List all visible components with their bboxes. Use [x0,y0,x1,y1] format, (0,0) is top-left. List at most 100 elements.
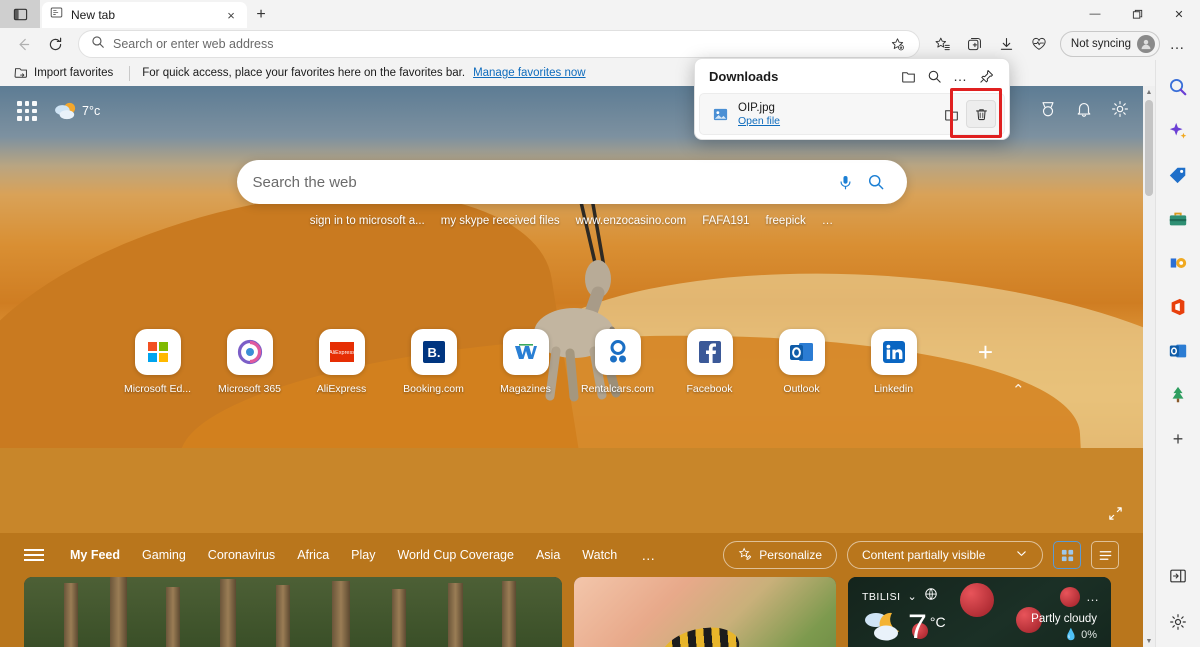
sidebar-add-button[interactable]: + [1163,424,1193,454]
suggestion-item[interactable]: freepick [766,215,806,227]
grid-view-button[interactable] [1053,541,1081,569]
import-icon [14,65,28,82]
sidebar-item-outlook[interactable] [1163,336,1193,366]
tab-actions-icon[interactable] [0,0,40,28]
shortcut-aliexpress[interactable]: AliExpress AliExpress [312,329,372,395]
shortcut-facebook[interactable]: Facebook [680,329,740,395]
restore-button[interactable] [1116,0,1158,28]
panel-toggle-icon[interactable] [1163,561,1193,591]
card-image [574,577,836,647]
scroll-down-arrow[interactable]: ▼ [1143,635,1155,647]
weather-more-icon[interactable]: … [1086,589,1099,604]
feed-tab-watch[interactable]: Watch [582,548,617,562]
sidebar-item-search[interactable] [1163,72,1193,102]
shortcut-booking[interactable]: B. Booking.com [403,329,464,395]
suggestion-item[interactable]: www.enzocasino.com [576,215,687,227]
content-visibility-dropdown[interactable]: Content partially visible [847,541,1043,569]
close-tab-icon[interactable]: × [223,8,239,23]
feed-more-icon[interactable]: … [641,547,655,563]
gear-icon[interactable] [1111,100,1129,123]
rewards-icon[interactable] [1039,100,1057,123]
feed-tab-asia[interactable]: Asia [536,548,560,562]
manage-favorites-link[interactable]: Manage favorites now [473,67,586,79]
suggestion-item[interactable]: FAFA191 [702,215,749,227]
minimize-button[interactable]: — [1074,0,1116,28]
feed-tab-world-cup-coverage[interactable]: World Cup Coverage [397,548,514,562]
close-window-button[interactable]: ✕ [1158,0,1200,28]
open-file-link[interactable]: Open file [738,115,936,127]
suggestion-item[interactable]: my skype received files [441,215,560,227]
browser-toolbar: Search or enter web address Not syncing … [0,28,1200,60]
search-placeholder: Search the web [252,173,357,191]
shortcut-linkedin[interactable]: Linkedin [864,329,924,395]
microphone-icon[interactable] [831,167,861,197]
downloads-search-icon[interactable] [921,63,947,89]
scrollbar-thumb[interactable] [1145,100,1153,196]
new-tab-button[interactable]: + [247,2,275,28]
suggestion-item[interactable]: sign in to microsoft a... [310,215,425,227]
delete-download-button[interactable] [966,100,996,128]
feed-tab-my-feed[interactable]: My Feed [70,548,120,562]
page-scrollbar[interactable]: ▲ ▼ [1143,86,1155,647]
downloads-more-icon[interactable]: … [947,63,973,89]
shortcut-outlook[interactable]: Outlook [772,329,832,395]
import-favorites-button[interactable]: Import favorites [10,63,117,84]
scroll-up-arrow[interactable]: ▲ [1143,86,1155,98]
personalize-label: Personalize [759,548,822,562]
feed-tab-gaming[interactable]: Gaming [142,548,186,562]
add-shortcut-button[interactable]: + [956,329,1016,395]
feed-tab-africa[interactable]: Africa [297,548,329,562]
list-view-button[interactable] [1091,541,1119,569]
download-item[interactable]: OIP.jpg Open file [699,93,1005,135]
sidebar-item-tree[interactable] [1163,380,1193,410]
favorites-icon[interactable] [928,30,958,58]
shortcut-microsoft-365[interactable]: Microsoft 365 [218,329,281,395]
sidebar-item-copilot[interactable] [1163,116,1193,146]
suggestions-more-icon[interactable]: … [822,215,834,227]
browser-essentials-icon[interactable] [1024,30,1054,58]
feed-navigation: My Feed Gaming Coronavirus Africa Play W… [0,533,1143,577]
open-downloads-folder-icon[interactable] [895,63,921,89]
expand-icon[interactable] [1108,506,1123,524]
settings-and-more-icon[interactable]: … [1162,30,1192,58]
shortcut-magazines[interactable]: Magazines [496,329,556,395]
back-icon[interactable] [8,30,38,58]
add-favorite-icon[interactable] [883,29,913,59]
personalize-button[interactable]: Personalize [723,541,837,569]
sidebar-item-tools[interactable] [1163,204,1193,234]
collapse-chevron-icon[interactable]: ⌃ [1012,381,1025,399]
globe-icon[interactable] [924,587,938,606]
news-card-soldiers[interactable] [24,577,562,647]
shortcut-rentalcars[interactable]: Rentalcars.com [581,329,654,395]
feed-menu-icon[interactable] [24,549,44,561]
ntp-weather-widget[interactable]: 7°c [54,101,100,121]
browser-tab[interactable]: New tab × [42,2,247,28]
card-image [24,577,562,647]
sidebar-item-office[interactable] [1163,292,1193,322]
tab-title: New tab [71,8,116,22]
sidebar-item-games[interactable] [1163,248,1193,278]
feed-tab-play[interactable]: Play [351,548,375,562]
sidebar-item-shopping[interactable] [1163,160,1193,190]
refresh-icon[interactable] [40,30,70,58]
address-bar[interactable]: Search or enter web address [78,30,920,58]
downloads-icon[interactable] [992,30,1022,58]
news-card-bee[interactable]: HD HealthDay 2h ago [574,577,836,647]
app-grid-icon[interactable] [14,98,40,124]
weather-card[interactable]: TBILISI ⌄ … 7 °C Partly cloudy 💧 0% [848,577,1111,647]
bell-icon[interactable] [1075,100,1093,123]
shortcut-label: Outlook [783,383,820,395]
shortcut-microsoft-edge[interactable]: Microsoft Ed... [124,329,191,395]
sidebar-settings-icon[interactable] [1163,607,1193,637]
web-search-input[interactable]: Search the web [236,160,907,204]
show-in-folder-icon[interactable] [936,100,966,128]
collections-icon[interactable] [960,30,990,58]
edge-browser-window: New tab × + — ✕ Search or enter web addr… [0,0,1200,647]
search-icon [91,35,105,54]
search-submit-icon[interactable] [861,167,891,197]
add-shortcut-icon: + [977,336,994,367]
profile-button[interactable]: Not syncing [1059,31,1160,57]
feed-tab-coronavirus[interactable]: Coronavirus [208,548,275,562]
city-chevron-icon[interactable]: ⌄ [908,590,917,603]
pin-icon[interactable] [973,63,999,89]
